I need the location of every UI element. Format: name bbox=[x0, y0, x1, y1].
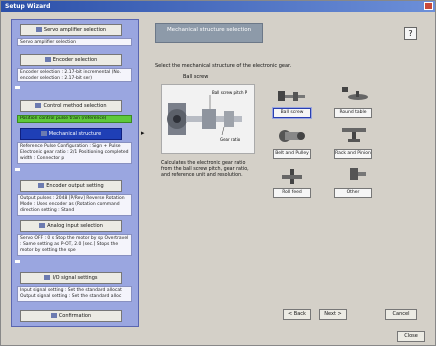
structure-description: Calculates the electronic gear ratio fro… bbox=[161, 161, 249, 178]
step-encoder-button[interactable]: Encoder selection bbox=[20, 54, 122, 66]
instruction-text: Select the mechanical structure of the e… bbox=[155, 63, 292, 69]
analog-info: Servo OFF : 0 s Stop the motor by sp Ove… bbox=[17, 234, 132, 256]
io-signals-info: Input signal setting : Set the standard … bbox=[17, 286, 132, 302]
step-mechanical-structure-button[interactable]: Mechanical structure bbox=[20, 128, 122, 140]
help-button[interactable]: ? bbox=[404, 27, 417, 40]
roll-feed-icon bbox=[282, 169, 302, 184]
close-window-icon[interactable] bbox=[424, 2, 433, 10]
reference-config-info: Reference Pulse Configuration : Sign + P… bbox=[17, 142, 132, 164]
ballscrew-diagram: Ball screw pitch P Gear ratio bbox=[161, 84, 255, 154]
round-table-icon bbox=[342, 87, 368, 100]
ballscrew-illustration-icon: Ball screw pitch P Gear ratio bbox=[167, 90, 248, 142]
step-analog-input-button[interactable]: Analog input selection bbox=[20, 220, 122, 232]
option-ball-screw-button[interactable]: Ball screw bbox=[273, 108, 311, 118]
next-button[interactable]: Next > bbox=[319, 309, 347, 320]
option-belt-pulley-button[interactable]: Belt and Pulley bbox=[273, 149, 311, 159]
rack-pinion-icon bbox=[342, 128, 366, 142]
step-servo-amp-button[interactable]: Servo amplifier selection bbox=[20, 24, 122, 36]
encoder-output-info: Output pulses : 2048 [P/Rev] Reverse Rot… bbox=[17, 194, 132, 216]
other-icon bbox=[350, 168, 366, 180]
ball-screw-icon bbox=[278, 91, 305, 101]
window-title: Setup Wizard bbox=[5, 3, 51, 10]
io-icon bbox=[44, 275, 51, 280]
pitch-label: Ball screw pitch P bbox=[212, 90, 248, 95]
check-icon bbox=[50, 313, 57, 318]
step-header: Mechanical structure selection bbox=[155, 23, 263, 43]
option-round-table-button[interactable]: Round table bbox=[334, 108, 372, 118]
option-other-button[interactable]: Other bbox=[334, 188, 372, 198]
ratio-label: Gear ratio bbox=[220, 137, 241, 142]
step-encoder-output-button[interactable]: Encoder output setting bbox=[20, 180, 122, 192]
control-method-info: Position control pulse train (reference) bbox=[17, 115, 132, 123]
cancel-button[interactable]: Cancel bbox=[385, 309, 417, 320]
encoder-icon bbox=[44, 57, 51, 62]
output-icon bbox=[38, 183, 45, 188]
step-confirmation-button[interactable]: Confirmation bbox=[20, 310, 122, 322]
analog-icon bbox=[39, 223, 46, 228]
servo-amp-info: Servo amplifier selection bbox=[17, 38, 132, 46]
option-rack-pinion-button[interactable]: Rack and Pinion bbox=[334, 149, 372, 159]
steps-panel: Servo amplifier selection Servo amplifie… bbox=[11, 19, 139, 327]
encoder-info: Encoder selection : 2.17-bit incremental… bbox=[17, 68, 132, 82]
setup-wizard-window: Setup Wizard Servo amplifier selection S… bbox=[0, 0, 436, 346]
diagram-title: Ball screw bbox=[183, 74, 209, 80]
back-button[interactable]: < Back bbox=[283, 309, 311, 320]
option-roll-feed-button[interactable]: Roll feed bbox=[273, 188, 311, 198]
current-step-arrow-icon: ▸ bbox=[141, 129, 145, 137]
progress-marker bbox=[15, 260, 20, 263]
window-titlebar: Setup Wizard bbox=[1, 1, 435, 12]
step-control-method-button[interactable]: Control method selection bbox=[20, 100, 122, 112]
belt-pulley-icon bbox=[279, 130, 305, 142]
amplifier-icon bbox=[35, 27, 42, 32]
close-button[interactable]: Close bbox=[397, 331, 425, 342]
gear-icon bbox=[40, 131, 47, 136]
step-io-signals-button[interactable]: I/O signal settings bbox=[20, 272, 122, 284]
control-icon bbox=[35, 103, 42, 108]
progress-marker bbox=[15, 86, 20, 89]
progress-marker bbox=[15, 168, 20, 171]
